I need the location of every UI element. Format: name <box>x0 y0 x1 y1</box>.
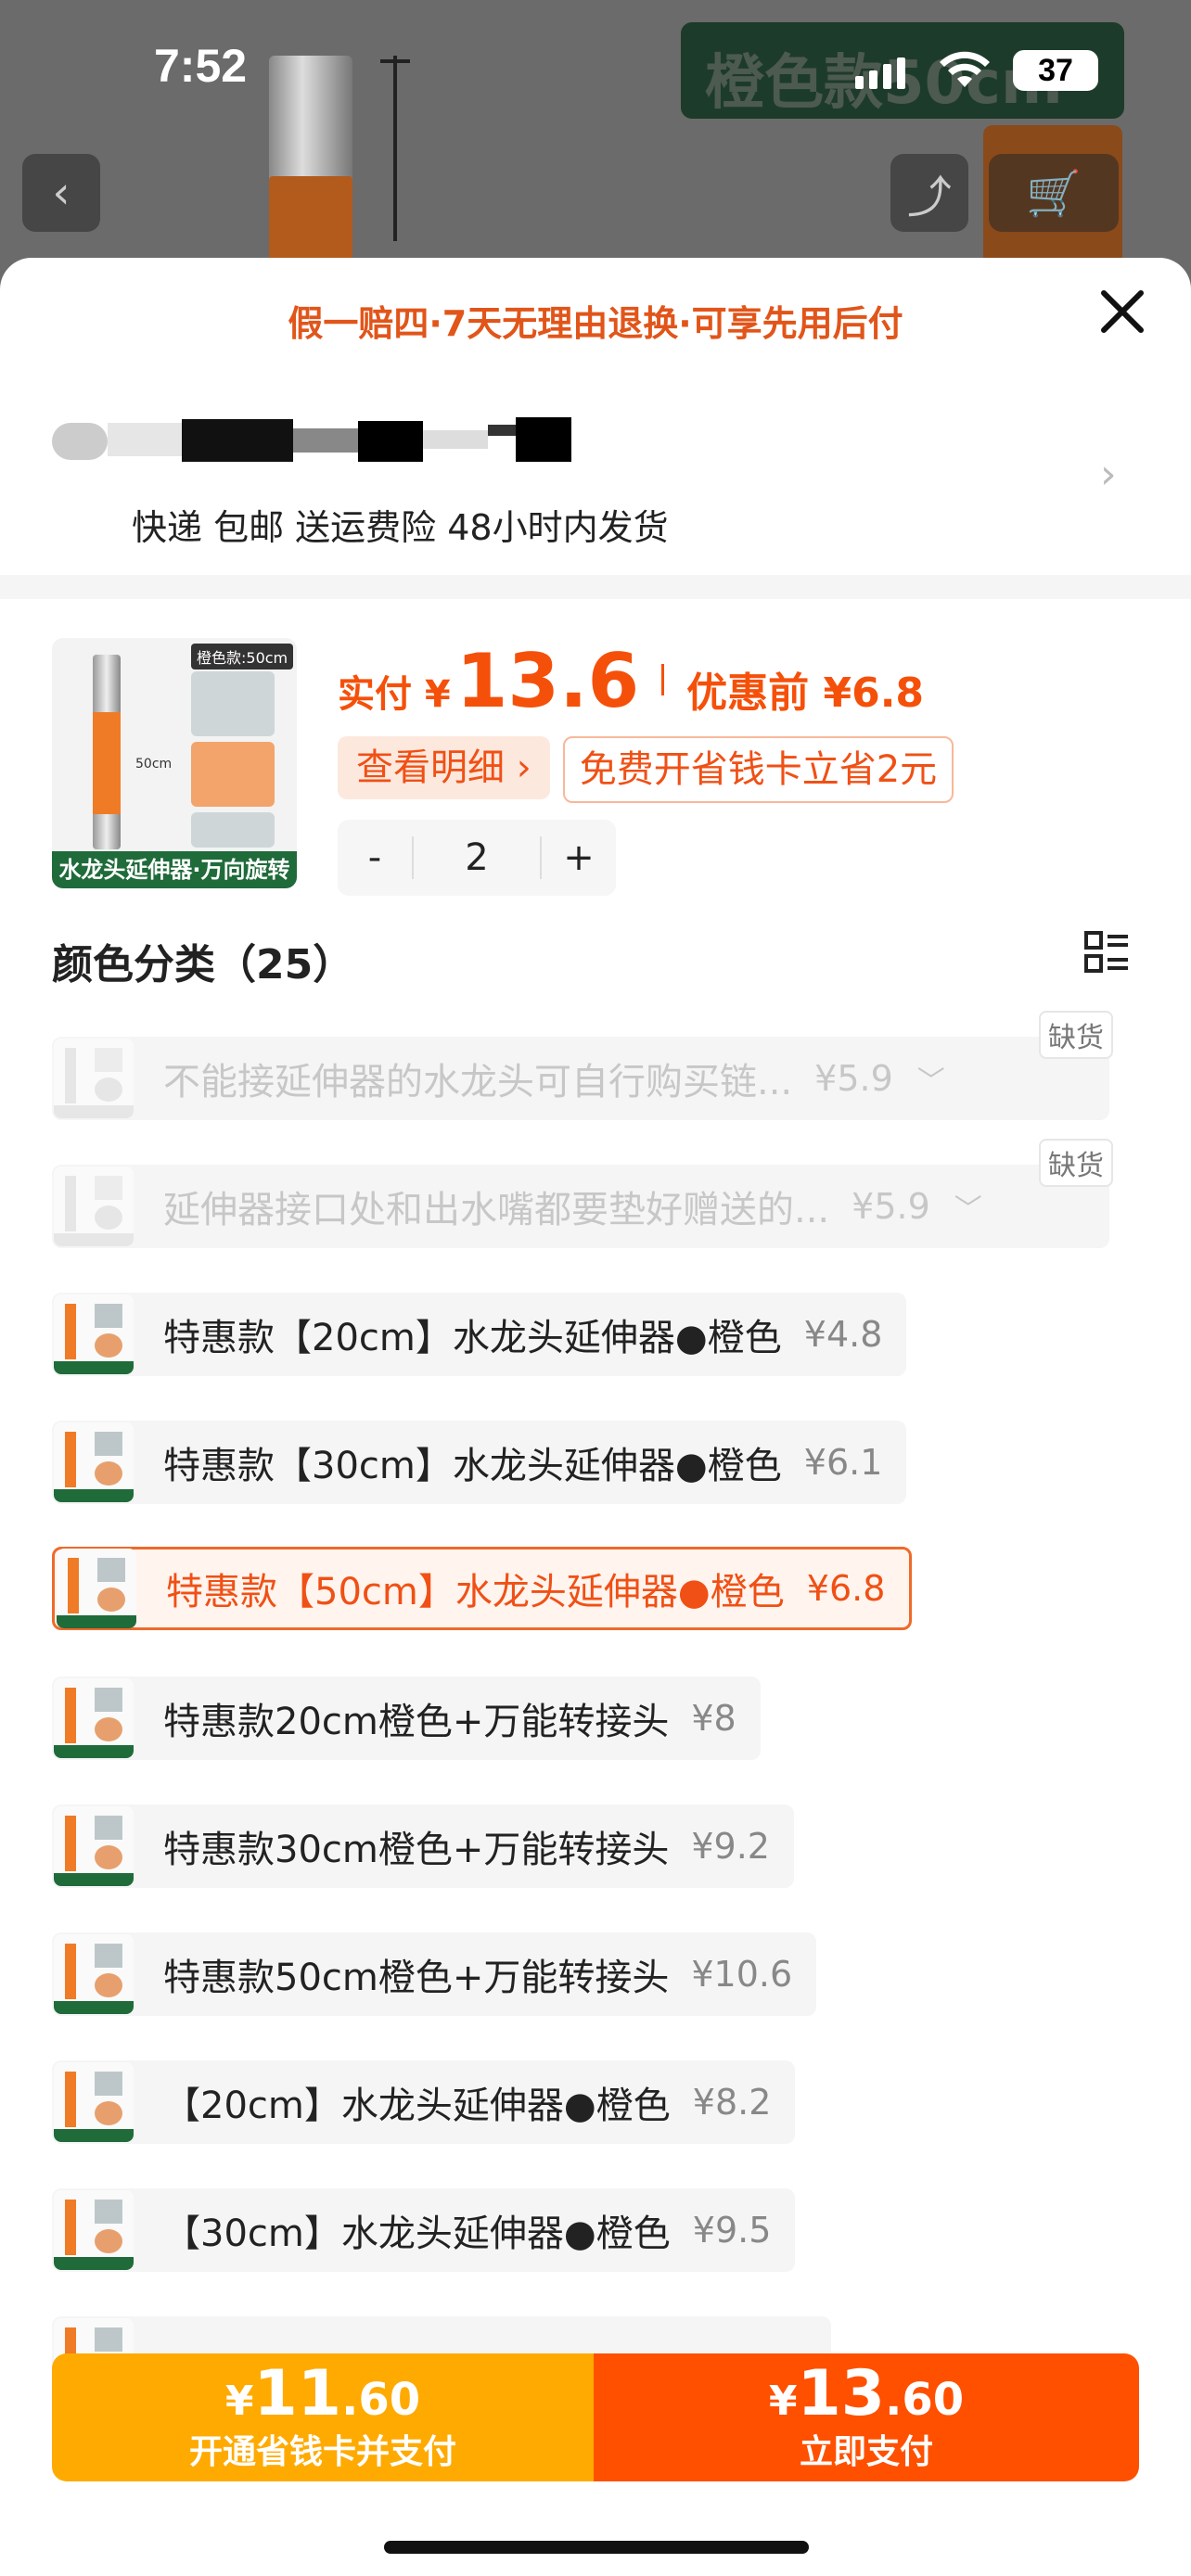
option-price: ¥6.8 <box>806 1568 886 1609</box>
option-thumbnail <box>54 1422 134 1502</box>
shipping-info: 快递 包邮 送运费险 48小时内发货 <box>132 507 669 548</box>
option-name: 【20cm】水龙头延伸器●橙色 <box>163 2085 671 2127</box>
quantity-value[interactable]: 2 <box>412 836 542 879</box>
pay-with-card-int: 11 <box>253 2357 342 2430</box>
address-row[interactable]: 快递 包邮 送运费险 48小时内发货 › <box>52 415 1146 582</box>
pay-now-currency: ¥ <box>768 2378 798 2425</box>
chevron-right-icon: › <box>1100 451 1117 498</box>
pay-now-dec: .60 <box>885 2374 965 2426</box>
cellular-signal-icon <box>855 57 905 89</box>
option-item[interactable]: 不能接延伸器的水龙头可自行购买链... ¥5.9 ﹀ 缺货 <box>52 1011 1113 1120</box>
decrease-button[interactable]: - <box>338 836 412 879</box>
option-price: ¥8 <box>691 1698 736 1739</box>
thumb-tag: 橙色款:50cm <box>191 644 294 670</box>
option-name: 特惠款50cm橙色+万能转接头 <box>163 1957 670 1999</box>
option-price: ¥5.9 <box>852 1186 930 1227</box>
pay-with-card-button[interactable]: ¥11.60 开通省钱卡并支付 <box>52 2353 594 2481</box>
product-image-orange-part <box>269 176 352 269</box>
option-price: ¥6.1 <box>803 1442 883 1483</box>
original-price: 优惠前 ¥6.8 <box>686 670 925 717</box>
option-item[interactable]: 特惠款50cm橙色+万能转接头 ¥10.6 <box>52 1932 817 2016</box>
paid-amount: 13.6 <box>455 638 640 724</box>
option-name: 延伸器接口处和出水嘴都要垫好赠送的... <box>163 1189 830 1231</box>
pay-with-card-label: 开通省钱卡并支付 <box>188 2433 456 2471</box>
increase-button[interactable]: + <box>542 836 616 879</box>
share-button[interactable]: ⤴ <box>890 154 968 232</box>
product-summary: 橙色款:50cm 50cm 水龙头延伸器·万向旋转 实付 ¥ 13.6 优惠前 … <box>52 638 1165 896</box>
option-thumbnail <box>54 2190 134 2270</box>
battery-icon: 37 <box>1013 50 1098 91</box>
pay-now-amount: ¥13.60 <box>594 2353 1139 2430</box>
option-price: ¥10.6 <box>691 1954 793 1995</box>
out-of-stock-badge: 缺货 <box>1039 1011 1113 1059</box>
thumb-banner: 水龙头延伸器·万向旋转 <box>52 851 297 888</box>
option-thumbnail <box>54 1294 134 1374</box>
sku-selection-sheet: 假一赔四·7天无理由退换·可享先用后付 快递 包邮 送运费险 48小时内发货 ›… <box>0 258 1191 2576</box>
option-price: ¥5.9 <box>814 1058 893 1099</box>
option-price: ¥4.8 <box>803 1314 883 1355</box>
option-price: ¥8.2 <box>692 2082 772 2123</box>
option-name: 特惠款30cm橙色+万能转接头 <box>163 1829 670 1871</box>
product-thumbnail[interactable]: 橙色款:50cm 50cm 水龙头延伸器·万向旋转 <box>52 638 297 888</box>
pay-with-card-dec: .60 <box>341 2374 421 2426</box>
view-details-button[interactable]: 查看明细 › <box>338 736 550 799</box>
saving-card-button[interactable]: 免费开省钱卡立省2元 <box>562 736 954 803</box>
option-thumbnail <box>57 1549 136 1628</box>
option-name: 特惠款20cm橙色+万能转接头 <box>163 1701 670 1743</box>
option-name: 【30cm】水龙头延伸器●橙色 <box>163 2213 671 2255</box>
option-name: 不能接延伸器的水龙头可自行购买链... <box>163 1061 793 1103</box>
chevron-down-icon[interactable]: ﹀ <box>954 1186 982 1227</box>
option-item[interactable]: 特惠款30cm橙色+万能转接头 ¥9.2 <box>52 1804 794 1888</box>
chevron-down-icon[interactable]: ﹀ <box>917 1058 945 1099</box>
price-chips: 查看明细 › 免费开省钱卡立省2元 <box>338 736 954 803</box>
option-price: ¥9.5 <box>692 2210 772 2251</box>
status-bar: 7:52 37 <box>0 37 1191 102</box>
back-button[interactable]: ‹ <box>22 154 100 232</box>
price-line: 实付 ¥ 13.6 优惠前 ¥6.8 <box>338 638 925 724</box>
option-thumbnail <box>54 1934 134 2014</box>
price-separator <box>661 664 665 695</box>
option-thumbnail <box>54 1678 134 1758</box>
thumb-length: 50cm <box>135 757 173 772</box>
option-item[interactable]: 延伸器接口处和出水嘴都要垫好赠送的... ¥5.9 ﹀ 缺货 <box>52 1139 1113 1248</box>
list-view-icon[interactable] <box>1083 929 1130 976</box>
option-thumbnail <box>54 1167 134 1246</box>
thumb-detail-1 <box>191 671 275 736</box>
close-icon[interactable] <box>1096 286 1148 338</box>
option-name: 特惠款【50cm】水龙头延伸器●橙色 <box>166 1571 785 1613</box>
option-item[interactable]: 【30cm】水龙头延伸器●橙色 ¥9.5 <box>52 2188 796 2272</box>
section-divider <box>0 575 1191 599</box>
paid-label: 实付 ¥ <box>338 673 451 716</box>
status-time: 7:52 <box>154 40 248 92</box>
thumb-pipe-orange <box>93 712 121 814</box>
out-of-stock-badge: 缺货 <box>1039 1139 1113 1187</box>
option-thumbnail <box>54 2062 134 2142</box>
option-item[interactable]: 特惠款20cm橙色+万能转接头 ¥8 <box>52 1677 761 1760</box>
option-price: ¥9.2 <box>691 1826 770 1867</box>
option-item[interactable]: 特惠款【20cm】水龙头延伸器●橙色 ¥4.8 <box>52 1293 907 1376</box>
thumb-detail-3 <box>191 812 275 848</box>
option-name: 特惠款【30cm】水龙头延伸器●橙色 <box>163 1445 782 1487</box>
category-title: 颜色分类（25） <box>52 941 354 988</box>
option-thumbnail <box>54 1806 134 1886</box>
wifi-icon <box>940 51 990 87</box>
pay-now-label: 立即支付 <box>799 2433 933 2471</box>
option-item[interactable]: 特惠款【30cm】水龙头延伸器●橙色 ¥6.1 <box>52 1421 907 1504</box>
option-thumbnail <box>54 1039 134 1118</box>
pay-now-button[interactable]: ¥13.60 立即支付 <box>594 2353 1139 2481</box>
option-item[interactable]: 【20cm】水龙头延伸器●橙色 ¥8.2 <box>52 2060 796 2144</box>
option-name: 特惠款【20cm】水龙头延伸器●橙色 <box>163 1317 782 1359</box>
payment-bar: ¥11.60 开通省钱卡并支付 ¥13.60 立即支付 <box>52 2353 1139 2481</box>
option-item-selected[interactable]: 特惠款【50cm】水龙头延伸器●橙色 ¥6.8 <box>52 1547 913 1630</box>
quantity-stepper: - 2 + <box>338 820 616 896</box>
thumb-detail-2 <box>191 742 275 807</box>
cart-button[interactable]: 🛒 <box>989 154 1119 232</box>
pay-with-card-amount: ¥11.60 <box>52 2353 594 2430</box>
promo-banner: 假一赔四·7天无理由退换·可享先用后付 <box>288 303 903 344</box>
home-indicator <box>384 2541 809 2554</box>
pay-now-int: 13 <box>797 2357 886 2430</box>
redacted-address <box>52 417 571 462</box>
pay-with-card-currency: ¥ <box>224 2378 254 2425</box>
